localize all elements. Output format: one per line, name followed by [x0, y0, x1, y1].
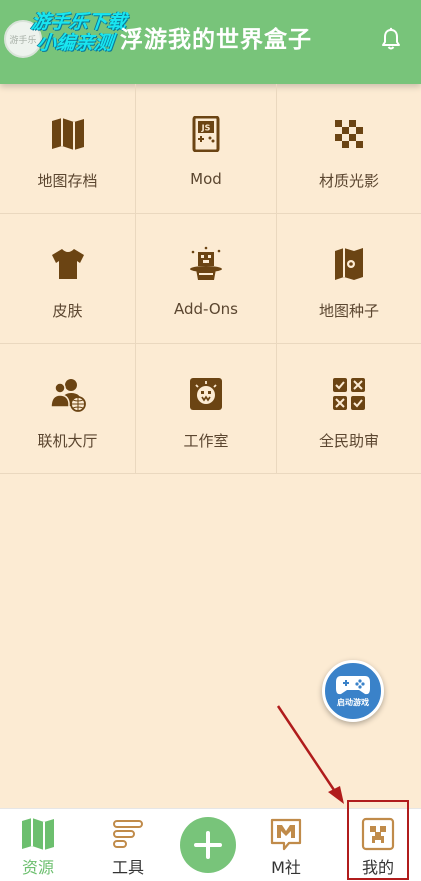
- page-title: 浮游我的世界盒子: [120, 27, 312, 53]
- bell-icon[interactable]: [380, 27, 402, 51]
- shirt-icon: [51, 249, 84, 279]
- nav-item-label: 资源: [21, 858, 54, 877]
- grid-item-studio[interactable]: 工作室: [136, 344, 277, 474]
- nav-item-resources[interactable]: 资源: [12, 809, 64, 881]
- highlight-box: [347, 800, 409, 880]
- grid-item-multiplayer[interactable]: 联机大厅: [0, 344, 136, 474]
- review-icon: [333, 378, 365, 410]
- grid-item-label: Add-Ons: [174, 300, 238, 318]
- watermark: 游手乐下载 小编亲测: [28, 11, 128, 54]
- nav-item-m-community[interactable]: M社: [258, 809, 314, 881]
- checker-texture-icon: [335, 120, 363, 148]
- m-community-icon: [270, 818, 302, 851]
- multiplayer-icon: [49, 379, 86, 412]
- plus-icon: [194, 831, 222, 859]
- grid-item-map-archive[interactable]: 地图存档: [0, 84, 136, 214]
- gamepad-icon: [336, 676, 370, 695]
- svg-text:JS: JS: [201, 124, 211, 133]
- grid-item-label: 皮肤: [52, 302, 83, 320]
- nav-item-label: 工具: [111, 858, 144, 877]
- grid-item-label: 联机大厅: [37, 432, 98, 450]
- add-button[interactable]: [180, 817, 236, 873]
- app-header: 游手乐 游手乐下载 小编亲测 浮游我的世界盒子: [0, 0, 421, 84]
- grid-item-label: 地图种子: [318, 302, 379, 320]
- grid-item-texture[interactable]: 材质光影: [277, 84, 421, 214]
- grid-item-label: 工作室: [183, 432, 229, 450]
- tools-icon: [113, 820, 143, 848]
- watermark-line-1: 游手乐下载: [30, 11, 128, 33]
- watermark-line-2: 小编亲测: [35, 32, 115, 54]
- nav-item-tools[interactable]: 工具: [102, 809, 154, 881]
- annotation-arrow: [276, 705, 344, 804]
- grid-item-label: 材质光影: [318, 172, 379, 190]
- nav-item-label: M社: [271, 858, 301, 877]
- grid-item-map-seed[interactable]: 地图种子: [277, 214, 421, 344]
- grid-item-label: 全民助审: [318, 432, 379, 450]
- map-icon: [22, 818, 54, 850]
- js-mod-icon: JS: [192, 116, 220, 152]
- grid-item-skin[interactable]: 皮肤: [0, 214, 136, 344]
- magic-hat-icon: [190, 246, 222, 280]
- grid-item-label: Mod: [190, 170, 222, 188]
- grid-item-addons[interactable]: Add-Ons: [136, 214, 277, 344]
- studio-icon: [190, 378, 222, 410]
- map-seed-icon: [335, 248, 363, 280]
- grid-item-review[interactable]: 全民助审: [277, 344, 421, 474]
- resource-grid: 地图存档 JS Mod 材质光影 皮肤 Add-Ons 地图种子 联机大厅 工作…: [0, 84, 421, 474]
- map-icon: [51, 118, 84, 150]
- grid-item-mod[interactable]: JS Mod: [136, 84, 277, 214]
- grid-item-label: 地图存档: [37, 172, 98, 190]
